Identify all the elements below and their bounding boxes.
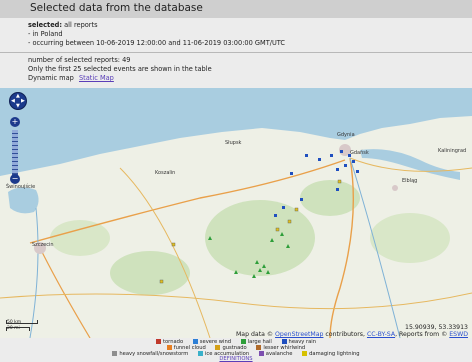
legend-row-4: DEFINITIONS xyxy=(0,356,472,362)
severe-wind-marker[interactable] xyxy=(287,219,292,224)
heavy-rain-marker[interactable] xyxy=(344,164,347,167)
map-attribution: Map data © OpenStreetMap contributors, C… xyxy=(236,331,468,338)
severe-wind-marker[interactable] xyxy=(171,242,176,247)
selection-summary: selected: all reports xyxy=(28,21,98,29)
cursor-coordinates: 15.90939, 53.33913 xyxy=(405,324,468,331)
oder-river xyxy=(29,207,39,338)
heavy-rain-marker[interactable] xyxy=(356,170,359,173)
page-header: Selected data from the database xyxy=(0,0,472,19)
selection-value: all reports xyxy=(64,21,98,29)
place-label: Koszalin xyxy=(155,170,175,176)
license-link[interactable]: CC-BY-SA xyxy=(367,331,395,338)
report-count: number of selected reports: 49 xyxy=(28,56,131,64)
selection-period: - occurring between 10-06-2019 12:00:00 … xyxy=(28,39,286,47)
dynamic-map-label: Dynamic map xyxy=(28,74,74,82)
severe-wind-marker[interactable] xyxy=(294,207,299,212)
table-note: Only the first 25 selected events are sh… xyxy=(28,65,212,73)
scale-label-mi: 20 mi xyxy=(7,326,20,331)
attribution-prefix: Map data © xyxy=(235,331,274,338)
zoom-out-button[interactable]: − xyxy=(10,174,20,184)
heavy-rain-marker[interactable] xyxy=(305,154,308,157)
gustnado-icon xyxy=(215,345,221,350)
large-hail-icon xyxy=(240,339,246,344)
page-title: Selected data from the database xyxy=(30,2,203,14)
funnel-cloud-icon xyxy=(166,345,172,350)
map-scale: 50 km 20 mi xyxy=(6,320,38,332)
static-map-link[interactable]: Static Map xyxy=(79,74,114,82)
severe-wind-marker[interactable] xyxy=(275,227,280,232)
map-canvas[interactable]: Gdynia Gdańsk Słupsk Koszalin Elbląg Szc… xyxy=(0,88,472,338)
pan-down-icon[interactable]: ▼ xyxy=(16,104,20,109)
scale-label-km: 50 km xyxy=(7,320,22,325)
heavy-rain-marker[interactable] xyxy=(290,172,293,175)
road xyxy=(39,247,91,338)
selection-panel: selected: all reports - in Poland - occu… xyxy=(0,18,472,53)
pan-control[interactable]: ▲ ◀ ▶ ▼ xyxy=(9,92,27,110)
info-panel: number of selected reports: 49 Only the … xyxy=(0,53,472,89)
place-label: Elbląg xyxy=(402,178,417,184)
heavy-rain-marker[interactable] xyxy=(348,154,351,157)
heavy-rain-icon xyxy=(281,339,287,344)
definitions-link[interactable]: DEFINITIONS xyxy=(219,356,252,362)
map-view[interactable]: Gdynia Gdańsk Słupsk Koszalin Elbląg Szc… xyxy=(0,88,472,338)
eswd-link[interactable]: ESWD xyxy=(449,331,468,338)
selection-country: - in Poland xyxy=(28,30,63,38)
heavy-rain-marker[interactable] xyxy=(352,160,355,163)
pan-left-icon[interactable]: ◀ xyxy=(11,99,15,104)
legend: tornado severe wind large hail heavy rai… xyxy=(0,338,472,362)
severe-wind-icon xyxy=(192,339,198,344)
heavy-rain-marker[interactable] xyxy=(282,206,285,209)
city-area xyxy=(392,185,398,191)
place-label: Słupsk xyxy=(225,140,242,146)
selection-label: selected: xyxy=(28,21,63,29)
place-label: Kaliningrad xyxy=(438,148,466,154)
heavy-rain-marker[interactable] xyxy=(336,168,339,171)
forest-area xyxy=(50,220,110,256)
lesser-whirlwind-icon xyxy=(256,345,262,350)
heavy-rain-marker[interactable] xyxy=(340,150,343,153)
zoom-slider[interactable] xyxy=(12,130,18,176)
tornado-icon xyxy=(155,339,161,344)
attribution-contributors: contributors, xyxy=(325,331,365,338)
heavy-rain-marker[interactable] xyxy=(330,154,333,157)
pan-up-icon[interactable]: ▲ xyxy=(16,94,20,99)
heavy-rain-marker[interactable] xyxy=(274,214,277,217)
pan-right-icon[interactable]: ▶ xyxy=(21,99,25,104)
severe-wind-marker[interactable] xyxy=(159,279,164,284)
place-label: Gdańsk xyxy=(350,149,369,156)
place-label: Świnoujście xyxy=(6,183,35,190)
heavy-rain-marker[interactable] xyxy=(318,158,321,161)
heavy-rain-marker[interactable] xyxy=(336,188,339,191)
forest-area xyxy=(300,180,360,216)
zoom-in-button[interactable]: + xyxy=(10,117,20,127)
forest-area xyxy=(370,213,450,263)
severe-wind-marker[interactable] xyxy=(337,179,342,184)
place-label: Szczecin xyxy=(32,242,54,248)
forest-area xyxy=(205,200,315,276)
heavy-rain-marker[interactable] xyxy=(300,198,303,201)
attribution-reports: , Reports from © xyxy=(395,331,448,338)
osm-link[interactable]: OpenStreetMap xyxy=(275,331,323,338)
szczecin-lagoon xyxy=(8,187,39,214)
place-label: Gdynia xyxy=(337,132,355,138)
